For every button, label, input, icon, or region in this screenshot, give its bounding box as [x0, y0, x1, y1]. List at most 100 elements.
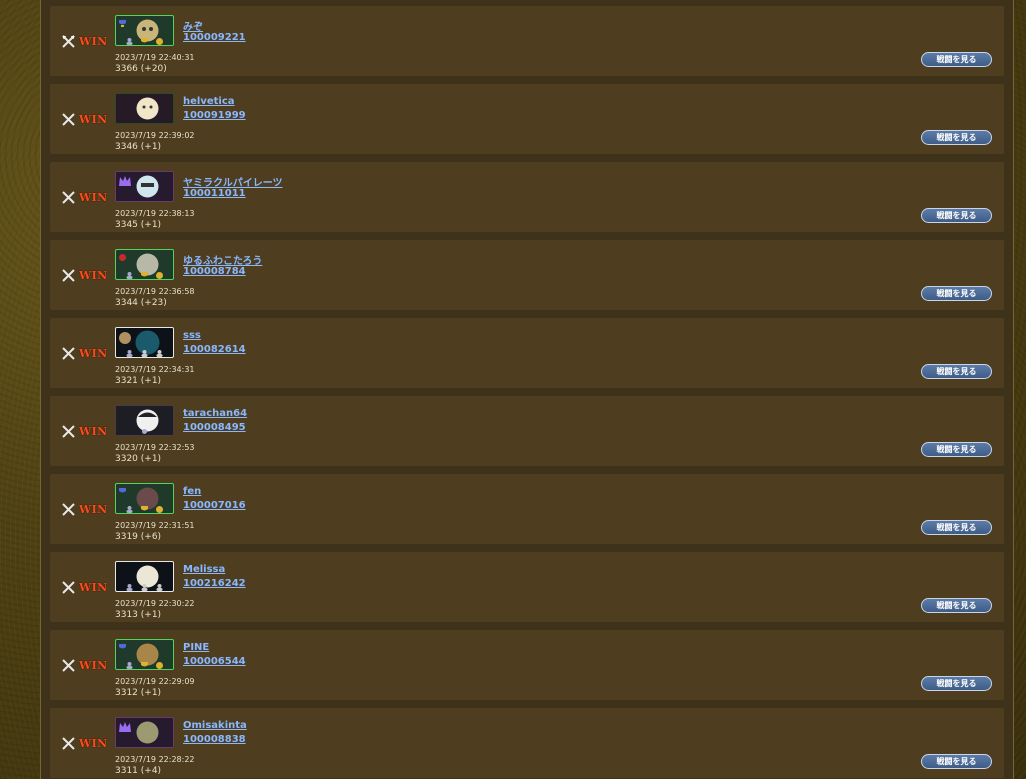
view-battle-button[interactable]: 戦闘を見る — [921, 208, 992, 223]
player-name-link[interactable]: みぞ — [183, 18, 203, 33]
battle-row: WIN Melissa 100216242 2023/7/19 22:30:22… — [50, 552, 1004, 622]
win-label: WIN — [79, 346, 108, 360]
win-label: WIN — [79, 34, 108, 48]
view-battle-button[interactable]: 戦闘を見る — [921, 520, 992, 535]
battle-row: WIN みぞ 100009221 2023/7/19 22:40:31 3366… — [50, 6, 1004, 76]
avatar-card[interactable] — [115, 93, 174, 124]
battle-result: WIN — [62, 502, 107, 516]
player-id-link[interactable]: 100091999 — [183, 110, 246, 121]
view-battle-button[interactable]: 戦闘を見る — [921, 754, 992, 769]
rating-change: 3345 (+1) — [115, 220, 162, 230]
battle-datetime: 2023/7/19 22:39:02 — [115, 131, 195, 140]
battle-history-panel: WIN みぞ 100009221 2023/7/19 22:40:31 3366… — [40, 0, 1014, 779]
view-battle-button[interactable]: 戦闘を見る — [921, 130, 992, 145]
avatar-card[interactable] — [115, 483, 174, 514]
trophy-icon — [119, 20, 126, 27]
battle-datetime: 2023/7/19 22:30:22 — [115, 599, 195, 608]
battle-result: WIN — [62, 34, 107, 48]
win-label: WIN — [79, 658, 108, 672]
rating-change: 3344 (+23) — [115, 298, 167, 308]
medal-icon — [156, 662, 163, 669]
trophy-gold-icon — [141, 272, 148, 277]
player-name-link[interactable]: ヤミラクルパイレーツ — [183, 174, 283, 189]
crossed-swords-icon — [62, 268, 75, 282]
bust-icon — [141, 584, 148, 591]
crossed-swords-icon — [62, 658, 75, 672]
rating-change: 3321 (+1) — [115, 376, 162, 386]
crown-icon — [119, 722, 131, 732]
view-battle-button[interactable]: 戦闘を見る — [921, 442, 992, 457]
rating-change: 3346 (+1) — [115, 142, 162, 152]
win-label: WIN — [79, 580, 108, 594]
player-id-link[interactable]: 100008784 — [183, 266, 246, 277]
player-name-link[interactable]: Omisakinta — [183, 720, 247, 731]
view-battle-button[interactable]: 戦闘を見る — [921, 364, 992, 379]
battle-datetime: 2023/7/19 22:34:31 — [115, 365, 195, 374]
character-portrait-icon — [136, 97, 159, 120]
crossed-swords-icon — [62, 346, 75, 360]
avatar-card[interactable] — [115, 561, 174, 592]
player-name-link[interactable]: helvetica — [183, 96, 235, 107]
bust-icon — [126, 662, 133, 669]
battle-datetime: 2023/7/19 22:40:31 — [115, 53, 195, 62]
crown-icon — [119, 176, 131, 186]
battle-result: WIN — [62, 736, 107, 750]
player-id-link[interactable]: 100006544 — [183, 656, 246, 667]
rating-change: 3319 (+6) — [115, 532, 162, 542]
battle-row: WIN fen 100007016 2023/7/19 22:31:51 331… — [50, 474, 1004, 544]
battle-result: WIN — [62, 658, 107, 672]
player-id-link[interactable]: 100009221 — [183, 32, 246, 43]
player-id-link[interactable]: 100008495 — [183, 422, 246, 433]
view-battle-button[interactable]: 戦闘を見る — [921, 52, 992, 67]
player-id-link[interactable]: 100008838 — [183, 734, 246, 745]
player-id-link[interactable]: 100216242 — [183, 578, 246, 589]
avatar-card[interactable] — [115, 249, 174, 280]
character-portrait-icon — [136, 721, 159, 744]
rating-change: 3313 (+1) — [115, 610, 162, 620]
battle-row: WIN tarachan64 100008495 2023/7/19 22:32… — [50, 396, 1004, 466]
bust-icon — [126, 350, 133, 357]
battle-result: WIN — [62, 112, 107, 126]
battle-result: WIN — [62, 190, 107, 204]
medal-icon — [156, 38, 163, 45]
bust-icon — [142, 429, 147, 434]
win-label: WIN — [79, 190, 108, 204]
rose-icon — [119, 254, 126, 261]
avatar-card[interactable] — [115, 327, 174, 358]
player-name-link[interactable]: Melissa — [183, 564, 225, 575]
battle-result: WIN — [62, 424, 107, 438]
trophy-gold-icon — [141, 506, 148, 511]
battle-datetime: 2023/7/19 22:32:53 — [115, 443, 195, 452]
avatar-card[interactable] — [115, 717, 174, 748]
player-id-link[interactable]: 100011011 — [183, 188, 246, 199]
crossed-swords-icon — [62, 190, 75, 204]
bust-icon — [126, 38, 133, 45]
avatar-card[interactable] — [115, 15, 174, 46]
avatar-card[interactable] — [115, 405, 174, 436]
crossed-swords-icon — [62, 34, 75, 48]
dragon-icon — [119, 332, 131, 344]
battle-row: WIN PINE 100006544 2023/7/19 22:29:09 33… — [50, 630, 1004, 700]
crossed-swords-icon — [62, 112, 75, 126]
player-id-link[interactable]: 100082614 — [183, 344, 246, 355]
bust-icon — [126, 584, 133, 591]
player-name-link[interactable]: PINE — [183, 642, 209, 653]
view-battle-button[interactable]: 戦闘を見る — [921, 676, 992, 691]
battle-result: WIN — [62, 268, 107, 282]
battle-datetime: 2023/7/19 22:28:22 — [115, 755, 195, 764]
player-name-link[interactable]: tarachan64 — [183, 408, 247, 419]
battle-datetime: 2023/7/19 22:36:58 — [115, 287, 195, 296]
player-name-link[interactable]: fen — [183, 486, 201, 497]
avatar-card[interactable] — [115, 639, 174, 670]
bust-icon — [156, 350, 163, 357]
battle-row: WIN sss 100082614 2023/7/19 22:34:31 332… — [50, 318, 1004, 388]
trophy-gold-icon — [141, 38, 148, 43]
view-battle-button[interactable]: 戦闘を見る — [921, 286, 992, 301]
player-name-link[interactable]: ゆるふわこたろう — [183, 252, 262, 267]
win-label: WIN — [79, 424, 108, 438]
battle-datetime: 2023/7/19 22:29:09 — [115, 677, 195, 686]
view-battle-button[interactable]: 戦闘を見る — [921, 598, 992, 613]
player-id-link[interactable]: 100007016 — [183, 500, 246, 511]
player-name-link[interactable]: sss — [183, 330, 201, 341]
avatar-card[interactable] — [115, 171, 174, 202]
